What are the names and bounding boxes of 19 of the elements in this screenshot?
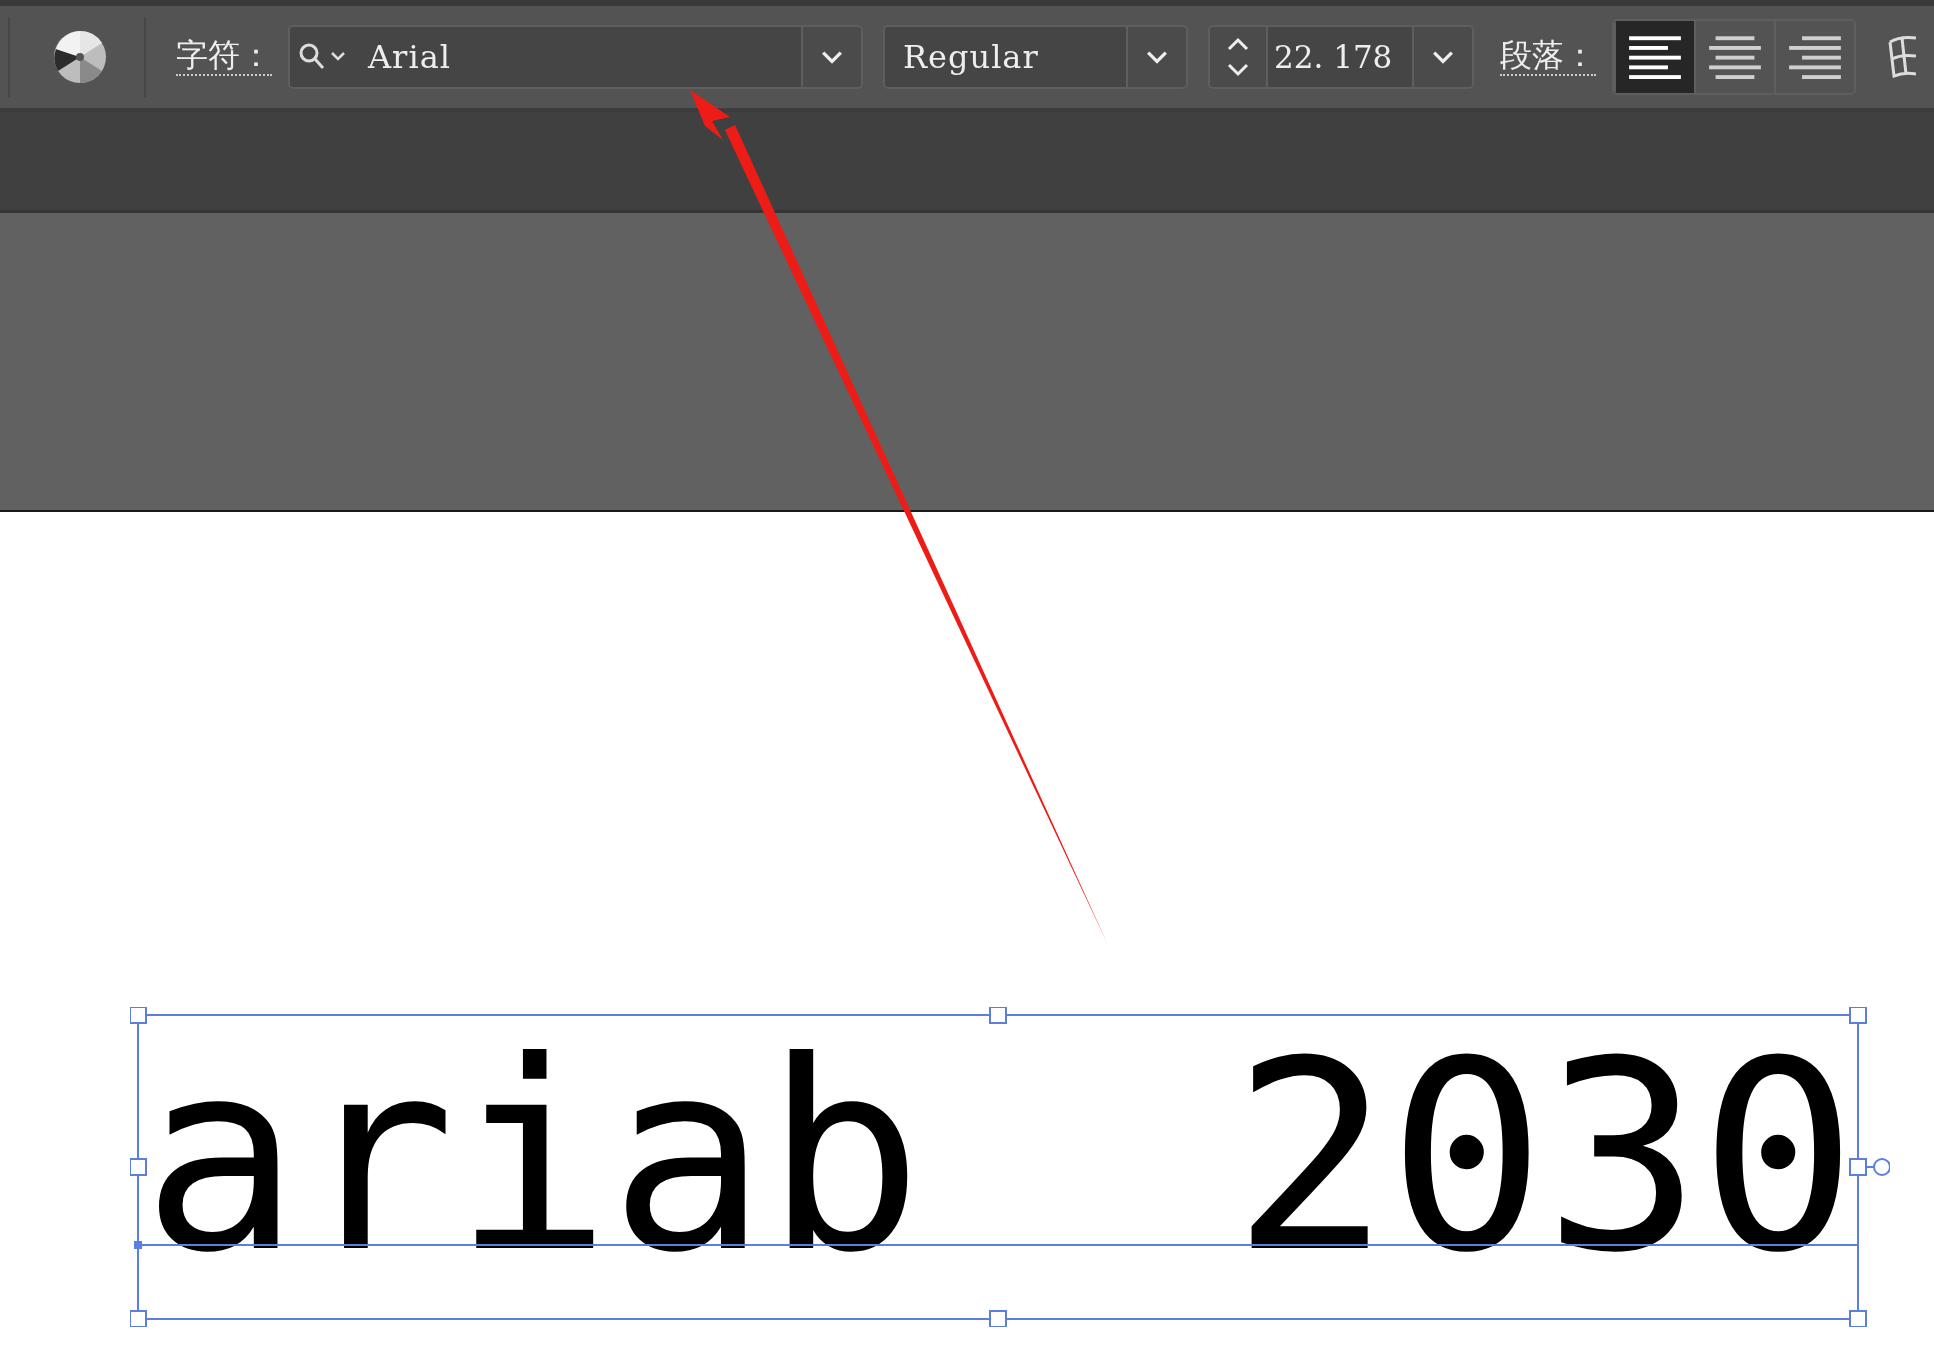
- align-left-button[interactable]: [1614, 21, 1694, 93]
- chevron-down-icon: [821, 50, 843, 64]
- character-label[interactable]: 字符：: [176, 38, 272, 76]
- align-left-icon: [1629, 35, 1681, 79]
- up-down-icon: [1226, 37, 1250, 77]
- dropdown-button[interactable]: [1128, 25, 1188, 89]
- bounding-box[interactable]: [130, 1007, 1890, 1327]
- paragraph-label[interactable]: 段落：: [1500, 38, 1596, 76]
- stepper-button[interactable]: [1208, 25, 1266, 89]
- color-wheel-icon[interactable]: [52, 29, 108, 85]
- font-size-field[interactable]: 22. 178: [1266, 25, 1414, 89]
- align-right-icon: [1789, 35, 1841, 79]
- dropdown-button[interactable]: [1414, 25, 1474, 89]
- chevron-down-icon: [1432, 50, 1454, 64]
- font-family-field[interactable]: Arial: [288, 25, 803, 89]
- font-style-field[interactable]: Regular: [883, 25, 1128, 89]
- chevron-down-icon: [1146, 50, 1168, 64]
- dropdown-button[interactable]: [803, 25, 863, 89]
- align-center-icon: [1709, 35, 1761, 79]
